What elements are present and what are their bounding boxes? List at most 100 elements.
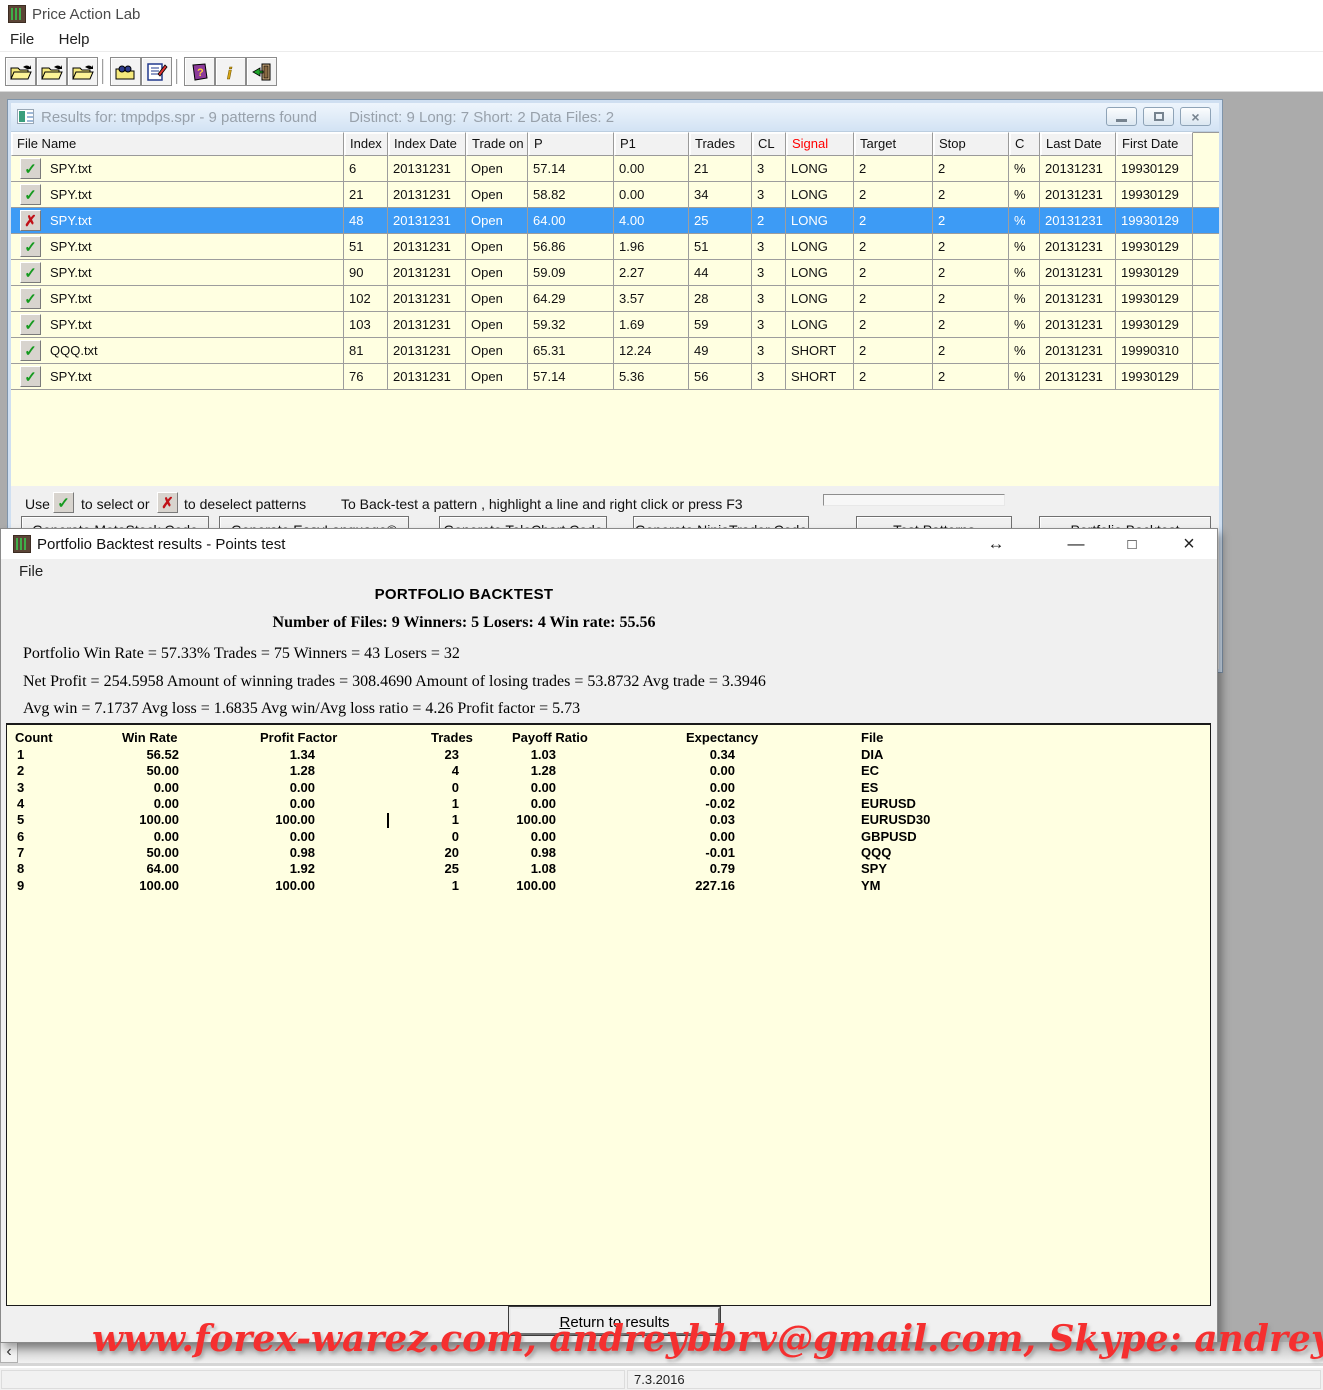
scroll-left-arrow[interactable]: ‹ [0,1342,18,1363]
pattern-selected-check-icon[interactable]: ✓ [20,158,41,179]
minimize-button[interactable] [1106,107,1137,126]
backtest-titlebar[interactable]: Portfolio Backtest results - Points test… [1,529,1217,559]
close-button[interactable]: × [1176,531,1202,557]
pattern-selected-check-icon[interactable]: ✓ [20,262,41,283]
pattern-selected-check-icon[interactable]: ✓ [20,288,41,309]
pattern-selected-check-icon[interactable]: ✓ [20,366,41,387]
backtest-results-panel[interactable]: CountWin RateProfit FactorTradesPayoff R… [6,723,1211,1306]
cell: 20131231 [1040,286,1116,311]
bt-column-header-profit-factor: Profit Factor [260,730,337,745]
cell: 44 [689,260,752,285]
bt-cell: 100.00 [67,812,179,827]
pattern-selected-check-icon[interactable]: ✓ [20,340,41,361]
cell: LONG [786,156,854,181]
table-row[interactable]: ✗SPY.txt4820131231Open64.004.00252LONG22… [11,208,1219,234]
open-file-icon[interactable] [5,57,36,86]
cell: % [1009,286,1040,311]
cell: 19930129 [1116,182,1193,207]
table-row: 60.000.0000.000.00GBPUSD [7,829,1210,845]
cell: 2 [933,286,1009,311]
column-header-index-date[interactable]: Index Date [388,132,466,156]
cell: Open [466,182,528,207]
cell: % [1009,156,1040,181]
cell: 20131231 [1040,260,1116,285]
bt-cell: 0.00 [207,796,315,811]
table-row[interactable]: ✓SPY.txt10220131231Open64.293.57283LONG2… [11,286,1219,312]
backtest-window-icon [13,535,31,553]
results-window-icon [17,109,34,124]
table-row[interactable]: ✓SPY.txt620131231Open57.140.00213LONG22%… [11,156,1219,182]
cell: 1.96 [614,234,689,259]
column-header-c[interactable]: C [1009,132,1040,156]
bt-cell: 0.98 [207,845,315,860]
column-header-trade-on[interactable]: Trade on [466,132,528,156]
column-header-p[interactable]: P [528,132,614,156]
app-menubar: File Help [0,28,1323,52]
cell: 20131231 [388,260,466,285]
backtest-window-title: Portfolio Backtest results - Points test [37,536,285,553]
bt-cell: 1 [17,747,24,762]
cell: ✓SPY.txt [11,182,344,207]
column-header-stop[interactable]: Stop [933,132,1009,156]
exit-icon[interactable] [246,57,277,86]
bt-cell: GBPUSD [861,829,917,844]
table-row[interactable]: ✓QQQ.txt8120131231Open65.3112.24493SHORT… [11,338,1219,364]
table-row: 5100.00100.001100.000.03EURUSD30 [7,812,1210,828]
cell: 19930129 [1116,208,1193,233]
table-row[interactable]: ✓SPY.txt7620131231Open57.145.36563SHORT2… [11,364,1219,390]
cell: 90 [344,260,388,285]
results-titlebar[interactable]: Results for: tmpdps.spr - 9 patterns fou… [11,103,1219,132]
open-file-icon[interactable] [67,57,98,86]
bt-cell: 4 [17,796,24,811]
column-header-cl[interactable]: CL [752,132,786,156]
column-header-first-date[interactable]: First Date [1116,132,1193,156]
backtest-hint-label: To Back-test a pattern , highlight a lin… [341,496,743,512]
app-title: Price Action Lab [32,6,140,23]
bt-cell: 5 [17,812,24,827]
cell: 20131231 [1040,312,1116,337]
toolbar-separator [102,59,104,84]
table-row[interactable]: ✓SPY.txt5120131231Open56.861.96513LONG22… [11,234,1219,260]
file-search-icon[interactable] [110,57,141,86]
bt-cell: 100.00 [472,878,556,893]
cell: 2 [933,260,1009,285]
column-header-file-name[interactable]: File Name [11,132,344,156]
open-file-icon[interactable] [36,57,67,86]
menu-help[interactable]: Help [49,28,100,51]
column-header-target[interactable]: Target [854,132,933,156]
column-header-signal[interactable]: Signal [786,132,854,156]
cell: % [1009,208,1040,233]
pattern-selected-check-icon[interactable]: ✓ [20,314,41,335]
menu-file[interactable]: File [0,28,44,51]
status-panel-left [1,1370,625,1389]
help-book-icon[interactable]: ? [184,57,215,86]
app-toolbar: ? i [0,53,1323,92]
bt-cell: 2 [17,763,24,778]
bt-cell: 0.98 [472,845,556,860]
column-header-last-date[interactable]: Last Date [1040,132,1116,156]
table-row[interactable]: ✓SPY.txt2120131231Open58.820.00343LONG22… [11,182,1219,208]
cell: 20131231 [1040,156,1116,181]
text-caret [387,813,389,828]
bt-column-header-file: File [861,730,883,745]
cell: 0.00 [614,182,689,207]
close-button[interactable]: × [1180,107,1211,126]
pattern-selected-check-icon[interactable]: ✓ [20,236,41,257]
bt-cell: 0.00 [631,780,735,795]
edit-notes-icon[interactable] [141,57,172,86]
table-row[interactable]: ✓SPY.txt9020131231Open59.092.27443LONG22… [11,260,1219,286]
maximize-button[interactable]: □ [1119,531,1145,557]
pattern-deselected-cross-icon[interactable]: ✗ [20,210,41,231]
cell: 4.00 [614,208,689,233]
bt-cell: SPY [861,861,887,876]
column-header-trades[interactable]: Trades [689,132,752,156]
maximize-button[interactable] [1143,107,1174,126]
menu-file[interactable]: File [1,559,53,580]
about-icon[interactable]: i [215,57,246,86]
column-header-p1[interactable]: P1 [614,132,689,156]
column-header-index[interactable]: Index [344,132,388,156]
minimize-button[interactable]: — [1063,531,1089,557]
cell: % [1009,338,1040,363]
table-row[interactable]: ✓SPY.txt10320131231Open59.321.69593LONG2… [11,312,1219,338]
pattern-selected-check-icon[interactable]: ✓ [20,184,41,205]
